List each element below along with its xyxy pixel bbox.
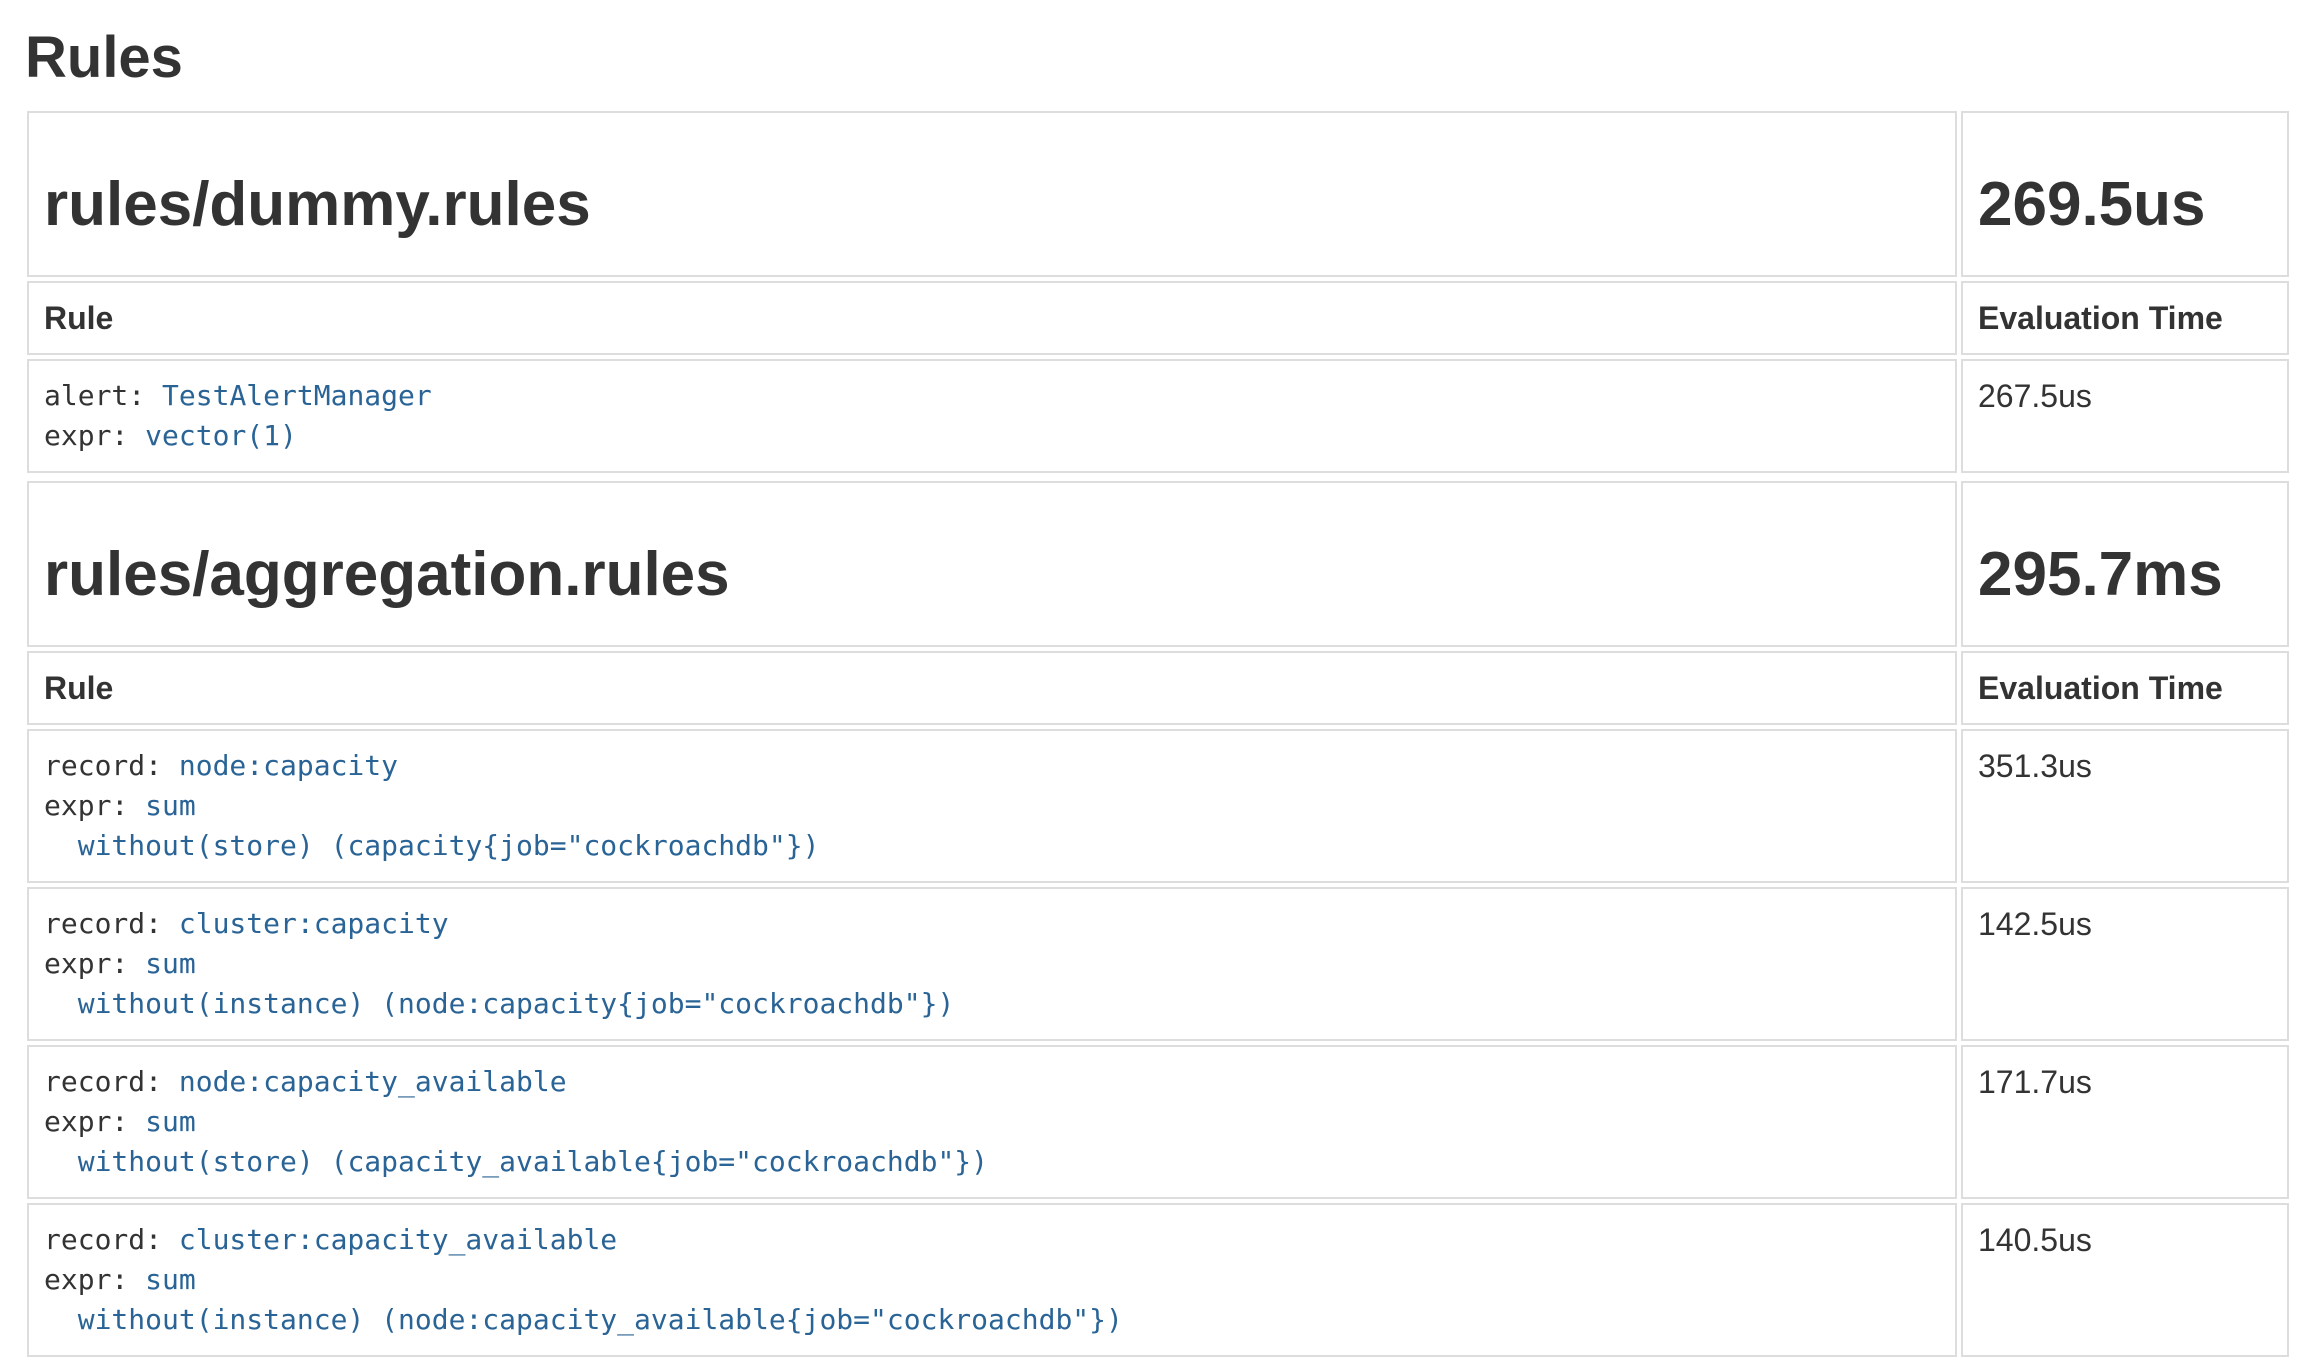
group-header-row: rules/aggregation.rules 295.7ms [27, 481, 2289, 647]
rule-keyword: alert: [44, 379, 162, 412]
rule-column-header: Rule [27, 281, 1957, 355]
rule-row: alert: TestAlertManager expr: vector(1) … [27, 359, 2289, 473]
rule-column-header: Rule [27, 651, 1957, 725]
rule-evaluation-time: 140.5us [1961, 1203, 2289, 1357]
group-evaluation-time-cell: 269.5us [1961, 111, 2289, 277]
rule-code: record: cluster:capacity_available expr:… [44, 1220, 1940, 1340]
group-header-row: rules/dummy.rules 269.5us [27, 111, 2289, 277]
rules-group-table-dummy: rules/dummy.rules 269.5us Rule Evaluatio… [23, 107, 2293, 477]
rule-column-header-label: Rule [44, 300, 113, 336]
expr-keyword: expr: [44, 419, 145, 452]
rule-definition-cell: alert: TestAlertManager expr: vector(1) [27, 359, 1957, 473]
group-file-name: rules/dummy.rules [44, 171, 1940, 239]
evaluation-time-column-header-label: Evaluation Time [1978, 670, 2223, 706]
rule-expression-link[interactable]: sum without(store) (capacity{job="cockro… [44, 789, 819, 862]
group-evaluation-time-cell: 295.7ms [1961, 481, 2289, 647]
evaluation-time-column-header: Evaluation Time [1961, 651, 2289, 725]
rule-expression-link[interactable]: sum without(instance) (node:capacity{job… [44, 947, 954, 1020]
expr-keyword: expr: [44, 1263, 145, 1296]
group-evaluation-time: 295.7ms [1978, 541, 2272, 609]
rule-code: record: cluster:capacity expr: sum witho… [44, 904, 1940, 1024]
record-keyword: record: [44, 1223, 179, 1256]
rule-definition-cell: record: node:capacity_available expr: su… [27, 1045, 1957, 1199]
rule-definition-cell: record: cluster:capacity_available expr:… [27, 1203, 1957, 1357]
rule-name-link[interactable]: TestAlertManager [162, 379, 432, 412]
record-keyword: record: [44, 749, 179, 782]
expr-keyword: expr: [44, 947, 145, 980]
rule-row: record: cluster:capacity_available expr:… [27, 1203, 2289, 1357]
rule-evaluation-time: 142.5us [1961, 887, 2289, 1041]
group-evaluation-time: 269.5us [1978, 171, 2272, 239]
group-file-cell: rules/aggregation.rules [27, 481, 1957, 647]
evaluation-time-column-header-label: Evaluation Time [1978, 300, 2223, 336]
rule-column-header-label: Rule [44, 670, 113, 706]
rule-name-link[interactable]: cluster:capacity [179, 907, 449, 940]
rule-row: record: node:capacity_available expr: su… [27, 1045, 2289, 1199]
page-title: Rules [25, 26, 2293, 90]
rule-row: record: node:capacity expr: sum without(… [27, 729, 2289, 883]
group-file-cell: rules/dummy.rules [27, 111, 1957, 277]
rule-name-link[interactable]: cluster:capacity_available [179, 1223, 617, 1256]
group-file-name: rules/aggregation.rules [44, 541, 1940, 609]
rule-evaluation-time: 351.3us [1961, 729, 2289, 883]
rules-page: { "page": { "title": "Rules" }, "column_… [0, 26, 2316, 1348]
rule-code: alert: TestAlertManager expr: vector(1) [44, 376, 1940, 456]
column-header-row: Rule Evaluation Time [27, 651, 2289, 725]
column-header-row: Rule Evaluation Time [27, 281, 2289, 355]
rules-group-table-aggregation: rules/aggregation.rules 295.7ms Rule Eva… [23, 477, 2293, 1361]
expr-keyword: expr: [44, 789, 145, 822]
record-keyword: record: [44, 1065, 179, 1098]
rule-definition-cell: record: cluster:capacity expr: sum witho… [27, 887, 1957, 1041]
rule-evaluation-time: 267.5us [1961, 359, 2289, 473]
evaluation-time-column-header: Evaluation Time [1961, 281, 2289, 355]
rule-name-link[interactable]: node:capacity [179, 749, 398, 782]
rule-row: record: cluster:capacity expr: sum witho… [27, 887, 2289, 1041]
rule-expression-link[interactable]: sum without(instance) (node:capacity_ava… [44, 1263, 1123, 1336]
rule-name-link[interactable]: node:capacity_available [179, 1065, 567, 1098]
rule-expression-link[interactable]: sum without(store) (capacity_available{j… [44, 1105, 988, 1178]
rule-code: record: node:capacity expr: sum without(… [44, 746, 1940, 866]
rule-code: record: node:capacity_available expr: su… [44, 1062, 1940, 1182]
rule-evaluation-time: 171.7us [1961, 1045, 2289, 1199]
rule-definition-cell: record: node:capacity expr: sum without(… [27, 729, 1957, 883]
expr-keyword: expr: [44, 1105, 145, 1138]
record-keyword: record: [44, 907, 179, 940]
rule-expression-link[interactable]: vector(1) [145, 419, 297, 452]
